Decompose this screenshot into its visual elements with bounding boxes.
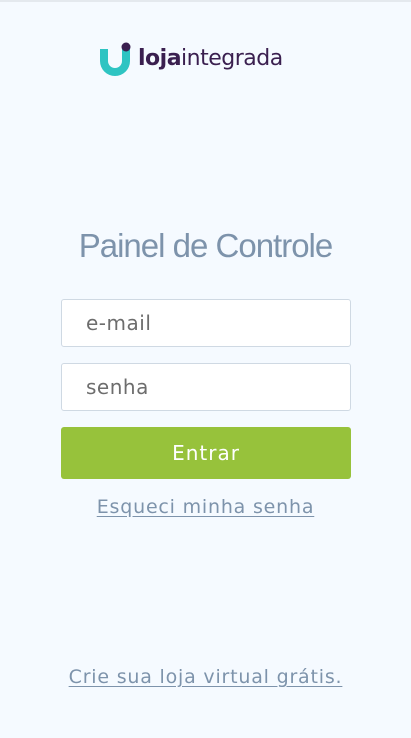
password-field[interactable]: [61, 363, 351, 411]
top-divider: [0, 0, 411, 2]
login-button[interactable]: Entrar: [61, 427, 351, 479]
u-letter-logo-icon: [100, 42, 131, 76]
logo-wordmark: lojaintegrada: [138, 44, 283, 74]
page-title: Painel de Controle: [78, 227, 334, 264]
brand-logo[interactable]: lojaintegrada: [98, 42, 283, 76]
create-store-link[interactable]: Crie sua loja virtual grátis.: [0, 666, 411, 688]
logo-primary-text: loja: [138, 46, 182, 71]
forgot-password-link[interactable]: Esqueci minha senha: [0, 496, 411, 518]
email-field[interactable]: [61, 299, 351, 347]
logo-secondary-text: integrada: [181, 46, 283, 71]
